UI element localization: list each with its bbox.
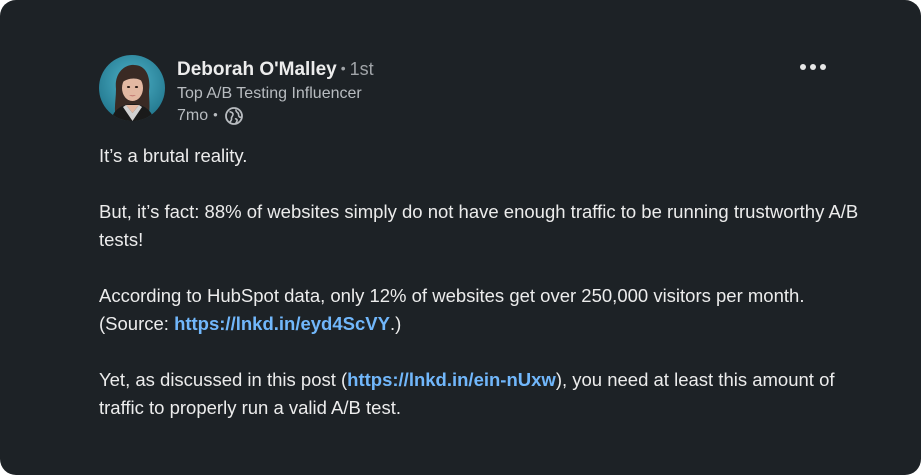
post-paragraph-4: Yet, as discussed in this post (https://…	[99, 366, 859, 422]
post-time[interactable]: 7mo	[177, 106, 208, 126]
profile-photo	[99, 55, 165, 121]
post-paragraph-2: But, it’s fact: 88% of websites simply d…	[99, 201, 859, 250]
post-link[interactable]: https://lnkd.in/ein-nUxw	[347, 369, 556, 390]
source-link[interactable]: https://lnkd.in/eyd4ScVY	[174, 313, 390, 334]
post-paragraph-1: It’s a brutal reality.	[99, 145, 248, 166]
more-horizontal-icon	[800, 64, 806, 70]
more-options-button[interactable]	[793, 56, 833, 78]
post-meta: 7mo •	[177, 106, 244, 126]
globe-icon	[224, 107, 243, 125]
paragraph-text: .)	[389, 313, 402, 334]
avatar[interactable]	[99, 55, 165, 121]
author-line: Deborah O'Malley • 1st	[177, 58, 374, 81]
paragraph-text: Yet, as discussed in this post (	[99, 369, 348, 390]
post-body: It’s a brutal reality. But, it’s fact: 8…	[99, 142, 859, 450]
more-horizontal-icon-dot	[810, 64, 816, 70]
post-paragraph-3: According to HubSpot data, only 12% of w…	[99, 282, 859, 338]
meta-separator-dot: •	[213, 107, 218, 122]
post-card: Deborah O'Malley • 1st Top A/B Testing Inf…	[0, 0, 921, 475]
more-horizontal-icon-dot	[820, 64, 826, 70]
author-headline: Top A/B Testing Influencer	[177, 85, 362, 102]
author-name[interactable]: Deborah O'Malley	[177, 59, 337, 80]
separator-dot: •	[340, 60, 346, 76]
connection-degree: 1st	[349, 59, 374, 79]
